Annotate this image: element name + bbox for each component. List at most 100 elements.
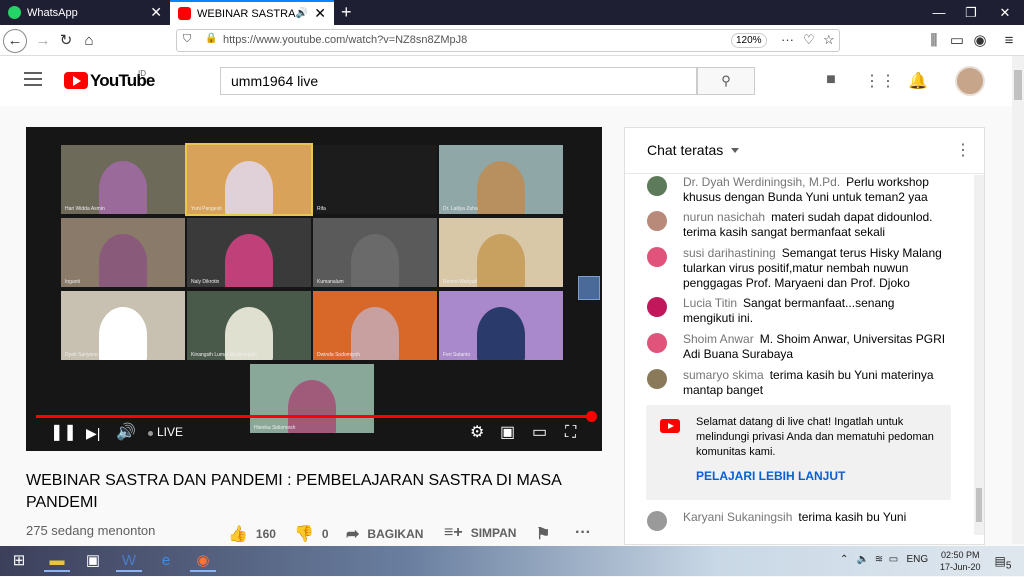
- participant-figure: [99, 161, 147, 214]
- reload-button[interactable]: ↻: [55, 30, 77, 52]
- lock-icon[interactable]: 🔒: [205, 33, 217, 44]
- volume-icon[interactable]: 🔊: [116, 423, 136, 443]
- file-explorer-icon[interactable]: ▬: [44, 550, 70, 572]
- new-tab-button[interactable]: +: [341, 0, 352, 25]
- participant-figure: [225, 234, 273, 287]
- close-tab-icon[interactable]: ✕: [150, 4, 162, 21]
- chat-avatar[interactable]: [647, 333, 667, 353]
- language-indicator[interactable]: ENG: [907, 554, 929, 565]
- chat-author[interactable]: sumaryo skima: [683, 368, 764, 382]
- search-input[interactable]: umm1964 live: [220, 67, 697, 95]
- speaker-icon[interactable]: 🔊: [296, 8, 308, 19]
- chat-author[interactable]: Shoim Anwar: [683, 332, 754, 346]
- more-icon[interactable]: ···: [781, 32, 794, 47]
- chat-avatar[interactable]: [647, 369, 667, 389]
- forward-button[interactable]: →: [32, 30, 54, 52]
- battery-icon[interactable]: ▭: [889, 554, 898, 565]
- participant-tile: Inganti: [61, 218, 185, 287]
- menu-icon[interactable]: ≡: [998, 30, 1020, 52]
- page-scrollbar-thumb[interactable]: [1014, 70, 1022, 100]
- zoom-level[interactable]: 120%: [731, 33, 767, 48]
- share-button[interactable]: ➦ BAGIKAN: [346, 524, 423, 544]
- chat-message[interactable]: susi darihastining Semangat terus Hisky M…: [647, 246, 947, 291]
- live-label[interactable]: LIVE: [157, 425, 183, 439]
- minimize-button[interactable]: —: [924, 0, 954, 25]
- clock[interactable]: 02:50 PM 17-Jun-20: [940, 549, 981, 573]
- save-button[interactable]: ≡+ SIMPAN: [444, 524, 516, 542]
- chevron-up-icon[interactable]: ⌃: [840, 554, 848, 565]
- theater-mode-icon[interactable]: ▭: [532, 423, 547, 443]
- progress-scrubber[interactable]: [586, 411, 597, 422]
- home-icon[interactable]: ⌂: [78, 30, 100, 52]
- wifi-icon[interactable]: ≋: [875, 554, 883, 565]
- pause-icon[interactable]: ❚❚: [50, 423, 77, 443]
- like-button[interactable]: 👍 160: [228, 524, 276, 544]
- chat-avatar[interactable]: [647, 247, 667, 267]
- more-actions-button[interactable]: ···: [575, 524, 599, 542]
- chat-message[interactable]: Shoim Anwar M. Shoim Anwar, Universitas P…: [647, 332, 947, 362]
- dislike-count: 0: [321, 527, 329, 541]
- participant-figure: [351, 234, 399, 287]
- restore-button[interactable]: ❐: [956, 0, 986, 25]
- window-close-button[interactable]: ✕: [990, 0, 1020, 25]
- fullscreen-icon[interactable]: ⛶: [565, 423, 576, 443]
- shield-icon[interactable]: ⛉: [183, 33, 191, 46]
- chat-message[interactable]: Dr. Dyah Werdiningsih, M.Pd. Perlu worksh…: [647, 175, 947, 205]
- chat-avatar[interactable]: [647, 511, 667, 531]
- chat-author[interactable]: Karyani Sukaningsih: [683, 510, 792, 524]
- word-icon[interactable]: W: [116, 550, 142, 572]
- bookmark-star-icon[interactable]: ☆: [823, 32, 835, 48]
- pocket-icon[interactable]: ♡: [803, 32, 815, 48]
- volume-icon[interactable]: 🔈: [857, 554, 869, 565]
- search-button[interactable]: ⚲: [697, 67, 755, 95]
- account-icon[interactable]: ◉: [969, 30, 991, 52]
- chat-message[interactable]: sumaryo skima terima kasih bu Yuni materi…: [647, 368, 947, 398]
- participant-tile: Kumanalum: [313, 218, 437, 287]
- chat-avatar[interactable]: [647, 176, 667, 196]
- dislike-button[interactable]: 👎 0: [294, 524, 329, 544]
- create-video-icon[interactable]: ■: [821, 71, 841, 91]
- chevron-down-icon[interactable]: [731, 148, 739, 153]
- chat-avatar[interactable]: [647, 297, 667, 317]
- progress-bar[interactable]: [36, 415, 592, 418]
- next-icon[interactable]: ▶|: [86, 423, 100, 443]
- page-scrollbar[interactable]: [1012, 56, 1024, 544]
- participant-tile: Yuni Pangesti: [185, 143, 313, 216]
- avatar[interactable]: [955, 66, 985, 96]
- chat-mode-selector[interactable]: Chat teratas: [647, 142, 723, 158]
- chat-author[interactable]: Lucia Titin: [683, 296, 737, 310]
- tab-youtube[interactable]: WEBINAR SASTRA DAN PAN 🔊 ✕: [170, 0, 334, 25]
- youtube-logo-icon[interactable]: [64, 72, 88, 89]
- apps-grid-icon[interactable]: ⋮⋮: [864, 71, 896, 91]
- chat-avatar[interactable]: [647, 211, 667, 231]
- chat-message[interactable]: nurun nasichah materi sudah dapat didounl…: [647, 210, 947, 240]
- url-text[interactable]: https://www.youtube.com/watch?v=NZ8sn8ZM…: [223, 34, 467, 46]
- chat-message[interactable]: Karyani Sukaningsih terima kasih bu Yuni: [647, 510, 947, 531]
- app-icon[interactable]: ▣: [80, 550, 106, 572]
- video-player[interactable]: Hari Widda Asmin Yuni Pangesti Rifa Dr. Lai…: [26, 127, 602, 451]
- chat-author[interactable]: susi darihastining: [683, 246, 776, 260]
- sidebar-icon[interactable]: ▭: [946, 30, 968, 52]
- hamburger-menu-icon[interactable]: [24, 72, 42, 86]
- close-tab-icon[interactable]: ✕: [314, 5, 326, 22]
- screen-cast-icon[interactable]: [578, 276, 600, 300]
- settings-gear-icon[interactable]: ⚙: [470, 423, 484, 443]
- flag-button[interactable]: ⚑: [536, 524, 558, 544]
- windows-start-icon[interactable]: ⊞: [6, 550, 32, 572]
- notification-center-icon[interactable]: ▤5: [990, 550, 1016, 572]
- chat-author[interactable]: nurun nasichah: [683, 210, 765, 224]
- edge-icon[interactable]: e: [153, 550, 179, 572]
- miniplayer-icon[interactable]: ▣: [500, 423, 515, 443]
- chat-author[interactable]: Dr. Dyah Werdiningsih, M.Pd.: [683, 175, 840, 189]
- firefox-icon[interactable]: ◉: [190, 550, 216, 572]
- chat-scrollbar[interactable]: [974, 175, 984, 535]
- tab-whatsapp[interactable]: WhatsApp ✕: [0, 0, 170, 25]
- library-icon[interactable]: ⫼: [923, 30, 945, 52]
- chat-more-icon[interactable]: ⋮: [955, 140, 971, 160]
- learn-more-link[interactable]: PELAJARI LEBIH LANJUT: [696, 469, 845, 483]
- chat-message[interactable]: Lucia Titin Sangat bermanfaat...senang me…: [647, 296, 947, 326]
- address-bar[interactable]: ⛉ 🔒 https://www.youtube.com/watch?v=NZ8s…: [176, 29, 840, 52]
- chat-scrollbar-thumb[interactable]: [976, 488, 982, 522]
- notifications-bell-icon[interactable]: 🔔: [908, 71, 928, 91]
- back-button[interactable]: ←: [3, 29, 27, 53]
